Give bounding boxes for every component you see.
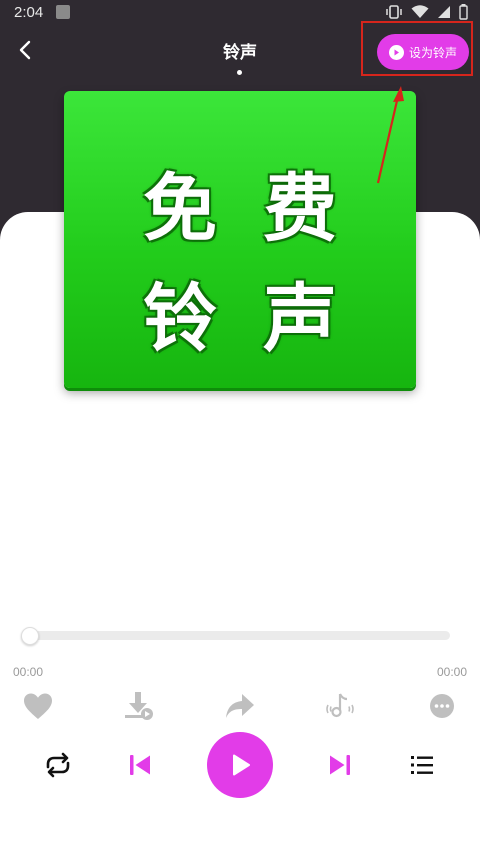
repeat-icon	[46, 752, 70, 778]
playlist-button[interactable]	[406, 749, 438, 781]
progress-knob[interactable]	[21, 627, 39, 645]
play-circle-icon	[388, 44, 404, 60]
cover-text-line-1: 免费	[143, 166, 383, 252]
download-button[interactable]	[120, 688, 156, 724]
album-cover: 免费 铃声	[64, 91, 416, 388]
play-button[interactable]	[207, 732, 273, 798]
vibrate-icon	[386, 5, 402, 19]
repeat-button[interactable]	[40, 749, 76, 781]
download-icon	[125, 692, 153, 720]
battery-icon	[459, 4, 468, 20]
cellular-icon	[438, 6, 450, 18]
status-time: 2:04	[14, 4, 44, 21]
previous-button[interactable]	[124, 749, 156, 781]
current-time: 00:00	[13, 665, 44, 679]
heart-icon	[24, 693, 52, 719]
action-row	[0, 686, 480, 726]
set-ringtone-button[interactable]: 设为铃声	[377, 34, 469, 70]
wifi-icon	[411, 5, 429, 18]
playback-controls	[0, 732, 480, 798]
skip-next-icon	[330, 755, 350, 775]
set-ringtone-label: 设为铃声	[408, 45, 457, 60]
share-icon	[226, 694, 254, 718]
like-button[interactable]	[20, 688, 56, 724]
notification-icon	[56, 5, 70, 19]
more-button[interactable]	[424, 688, 460, 724]
more-dots-icon	[430, 694, 454, 718]
skip-previous-icon	[130, 755, 150, 775]
music-note-wave-icon	[326, 693, 354, 718]
next-button[interactable]	[324, 749, 356, 781]
progress-bar[interactable]	[27, 631, 450, 640]
share-button[interactable]	[222, 688, 258, 724]
cover-text-line-2: 铃声	[143, 276, 383, 362]
status-icons	[385, 4, 468, 20]
play-icon	[233, 754, 250, 776]
tiktok-ringtone-button[interactable]	[322, 688, 358, 724]
total-time: 00:00	[436, 665, 467, 679]
playlist-icon	[411, 756, 433, 774]
page-indicator-dot	[237, 70, 242, 75]
